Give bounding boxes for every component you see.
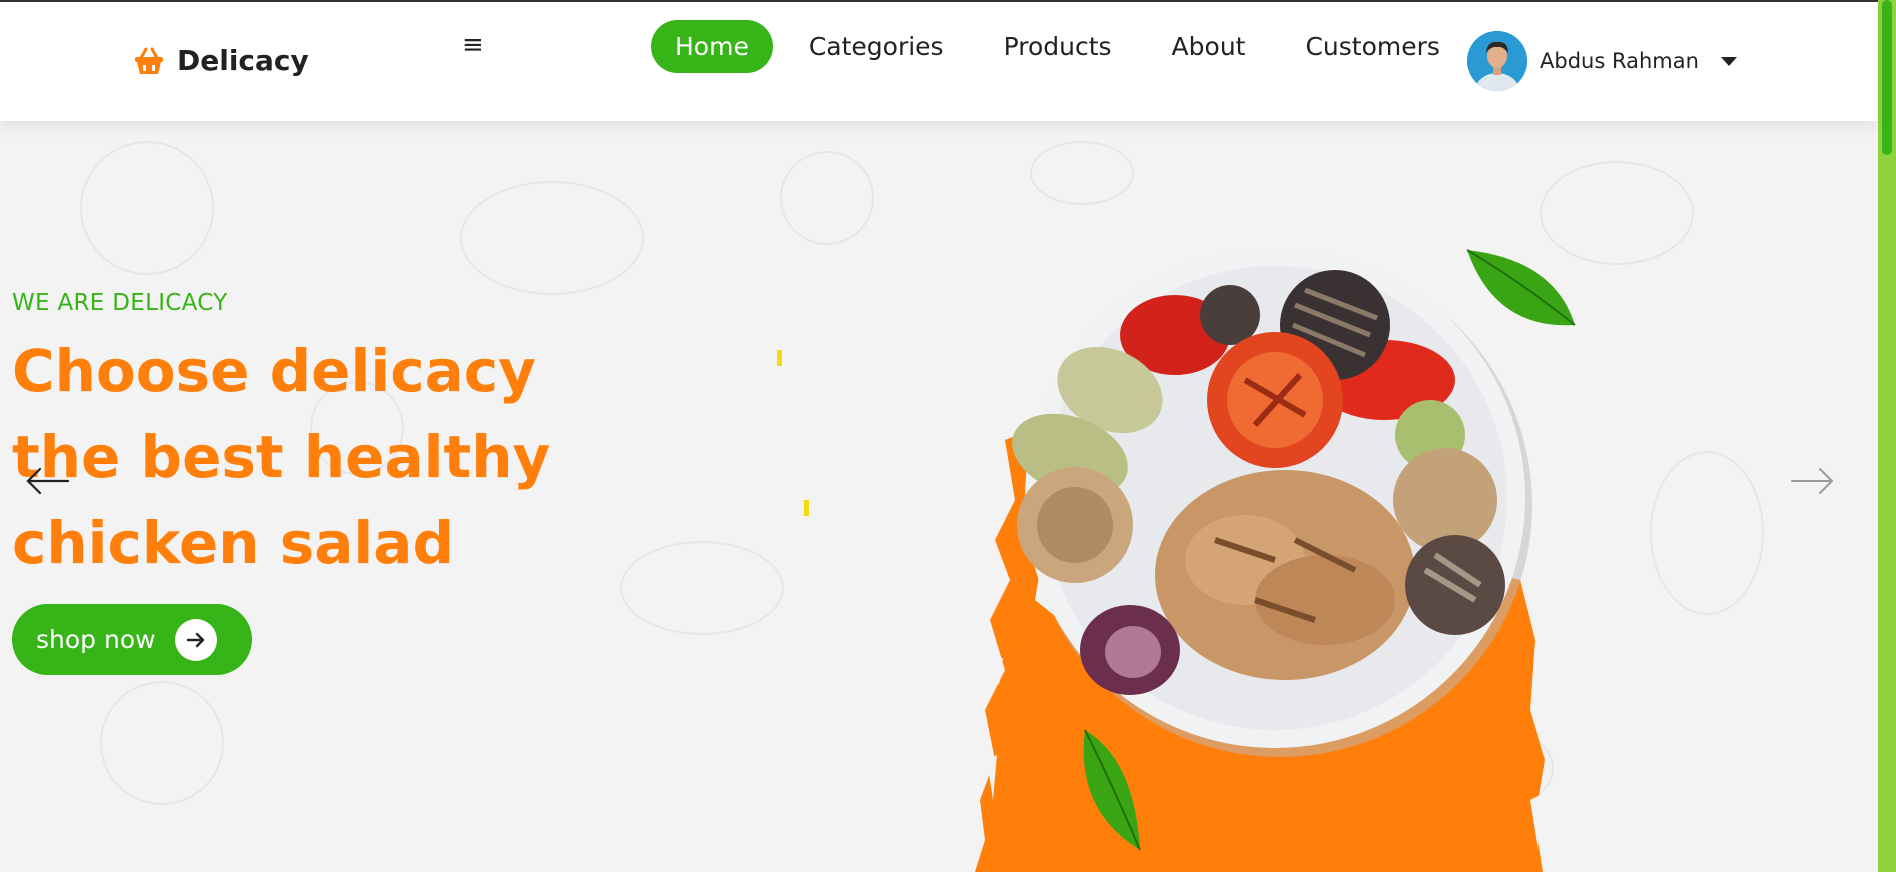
chevron-down-icon[interactable] — [1720, 56, 1737, 66]
nav-item-products[interactable]: Products — [980, 20, 1136, 73]
background-doodle — [80, 141, 214, 275]
headline-line: the best healthy — [12, 423, 551, 491]
carousel-next-arrow-icon[interactable] — [1790, 462, 1836, 500]
top-navbar: Delicacy ≡ Home Categories Products Abou… — [0, 0, 1878, 121]
decorative-dash — [777, 350, 782, 366]
background-doodle — [1650, 451, 1764, 615]
background-doodle — [460, 181, 644, 295]
hero-headline: Choose delicacy the best healthy chicken… — [12, 328, 572, 586]
avatar[interactable] — [1467, 31, 1527, 91]
decorative-dash — [804, 500, 809, 516]
user-name: Abdus Rahman — [1540, 49, 1699, 73]
window-top-border — [0, 0, 1878, 2]
background-doodle — [1030, 141, 1134, 205]
hero-food-image — [975, 248, 1576, 872]
nav-item-home[interactable]: Home — [651, 20, 773, 73]
brand-logo[interactable]: Delicacy — [133, 44, 309, 77]
user-menu[interactable]: Abdus Rahman — [1467, 31, 1737, 91]
avatar-photo-icon — [1467, 31, 1527, 91]
shop-now-label: shop now — [36, 625, 156, 654]
headline-line: chicken salad — [12, 509, 454, 577]
background-doodle — [100, 681, 224, 805]
headline-line: Choose delicacy — [12, 337, 536, 405]
nav-item-customers[interactable]: Customers — [1281, 20, 1463, 73]
shop-now-button[interactable]: shop now — [12, 604, 252, 675]
nav-item-categories[interactable]: Categories — [785, 20, 968, 73]
nav-item-about[interactable]: About — [1148, 20, 1270, 73]
menu-toggle-icon[interactable]: ≡ — [462, 30, 484, 60]
brand-name: Delicacy — [177, 44, 309, 77]
background-doodle — [780, 151, 874, 245]
arrow-right-icon — [175, 618, 217, 661]
main-nav: Home Categories Products About Customers — [651, 20, 1476, 73]
background-doodle — [620, 541, 784, 635]
page-scrollbar[interactable] — [1878, 0, 1896, 872]
scrollbar-thumb[interactable] — [1882, 0, 1892, 155]
carousel-prev-arrow-icon[interactable] — [24, 462, 70, 500]
basket-icon — [135, 47, 163, 74]
hero-tagline: WE ARE DELICACY — [12, 290, 228, 316]
